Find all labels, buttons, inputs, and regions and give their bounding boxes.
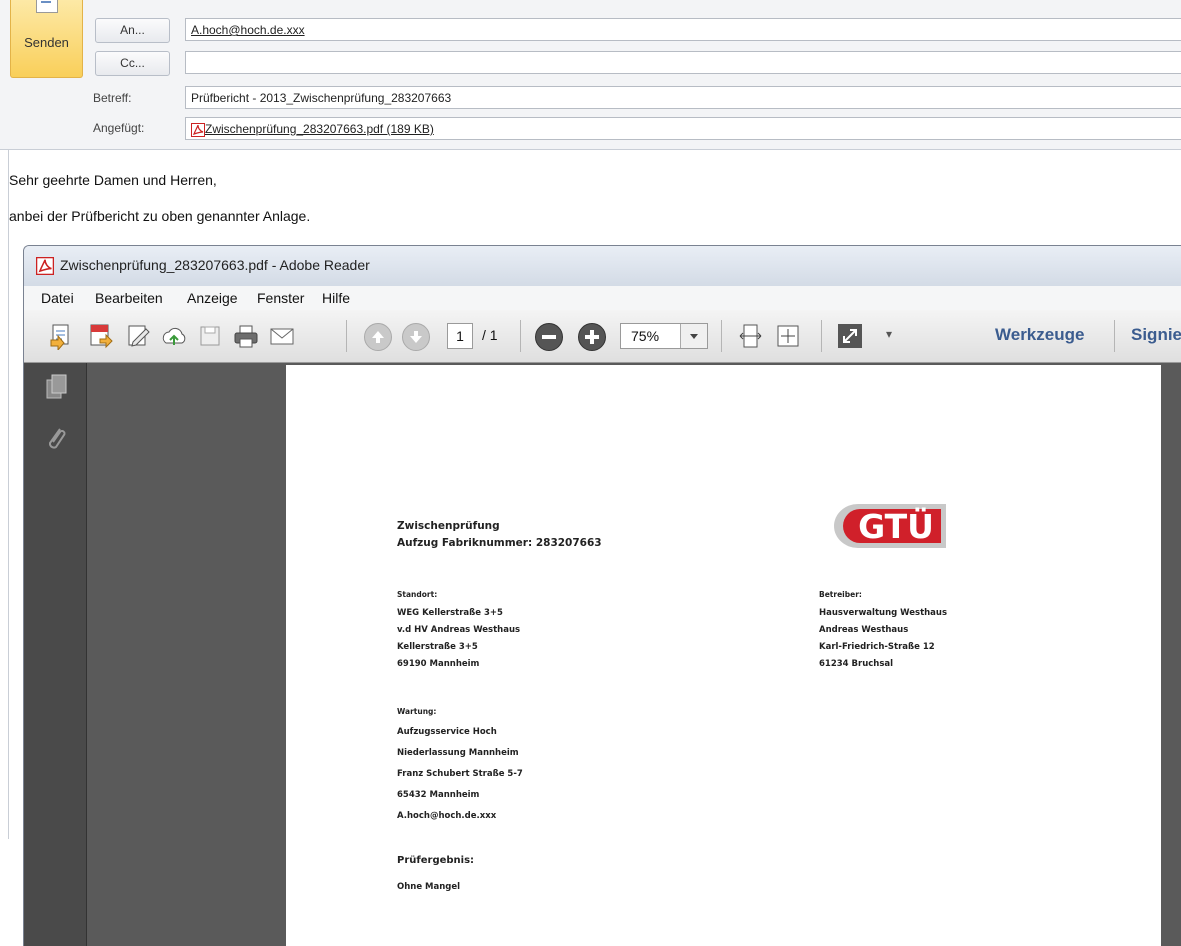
reader-titlebar: Zwischenprüfung_283207663.pdf - Adobe Re… xyxy=(24,246,1181,286)
edit-icon[interactable] xyxy=(124,322,152,350)
cloud-upload-icon[interactable] xyxy=(160,322,188,350)
pdf-page: GTÜ Zwischenprüfung Aufzug Fabriknummer:… xyxy=(286,365,1161,946)
adobe-reader-window: Zwischenprüfung_283207663.pdf - Adobe Re… xyxy=(23,245,1181,946)
body-text: anbei der Prüfbericht zu oben genannter … xyxy=(9,208,311,224)
zoom-in-icon[interactable] xyxy=(578,323,606,351)
logo-text: GTÜ xyxy=(858,506,934,546)
toolbar-separator xyxy=(1114,320,1115,352)
attachment-link[interactable]: Zwischenprüfung_283207663.pdf (189 KB) xyxy=(205,122,434,136)
previous-page-icon[interactable] xyxy=(364,323,392,351)
betreiber-heading: Betreiber: xyxy=(819,590,862,599)
export-pdf-icon[interactable] xyxy=(86,322,114,350)
attachment-field[interactable]: Zwischenprüfung_283207663.pdf (189 KB) xyxy=(185,117,1181,140)
cc-field[interactable] xyxy=(185,51,1181,74)
full-screen-icon[interactable] xyxy=(836,322,864,350)
doc-subtitle: Aufzug Fabriknummer: 283207663 xyxy=(397,537,602,549)
standort-line: Kellerstraße 3+5 xyxy=(397,642,478,652)
pdf-icon xyxy=(191,122,205,137)
to-recipient[interactable]: A.hoch@hoch.de.xxx xyxy=(191,23,305,37)
tools-tab[interactable]: Werkzeuge xyxy=(995,325,1084,345)
toolbar-separator xyxy=(346,320,347,352)
zoom-select[interactable]: 75% xyxy=(620,323,708,349)
attachments-paperclip-icon[interactable] xyxy=(44,423,68,453)
standort-heading: Standort: xyxy=(397,590,438,599)
attached-label: Angefügt: xyxy=(93,121,145,135)
to-button[interactable]: An... xyxy=(95,18,170,43)
toolbar-overflow-icon[interactable]: ▾ xyxy=(886,327,892,341)
standort-line: v.d HV Andreas Westhaus xyxy=(397,625,521,635)
pdf-icon xyxy=(36,257,54,275)
doc-title: Zwischenprüfung xyxy=(397,520,500,532)
wartung-line: A.hoch@hoch.de.xxx xyxy=(397,811,497,821)
compose-border xyxy=(8,149,9,839)
result-heading: Prüfergebnis: xyxy=(397,855,475,866)
wartung-line: Niederlassung Mannheim xyxy=(397,748,519,758)
menu-anzeige[interactable]: Anzeige xyxy=(187,290,238,306)
betreiber-line: Andreas Westhaus xyxy=(819,625,909,635)
zoom-out-icon[interactable] xyxy=(535,323,563,351)
sign-tab[interactable]: Signie xyxy=(1131,325,1181,345)
wartung-line: Franz Schubert Straße 5-7 xyxy=(397,769,523,779)
menu-hilfe[interactable]: Hilfe xyxy=(322,290,350,306)
menu-datei[interactable]: Datei xyxy=(41,290,74,306)
betreiber-line: Hausverwaltung Westhaus xyxy=(819,608,948,618)
reader-window-title: Zwischenprüfung_283207663.pdf - Adobe Re… xyxy=(60,257,370,273)
subject-label: Betreff: xyxy=(93,91,132,105)
chevron-down-icon[interactable] xyxy=(680,324,707,348)
gtu-logo: GTÜ xyxy=(834,504,946,548)
reader-menubar: Datei Bearbeiten Anzeige Fenster Hilfe xyxy=(24,286,1181,311)
wartung-heading: Wartung: xyxy=(397,707,437,716)
navigation-pane xyxy=(24,363,87,946)
menu-fenster[interactable]: Fenster xyxy=(257,290,304,306)
send-icon xyxy=(36,0,58,13)
standort-line: WEG Kellerstraße 3+5 xyxy=(397,608,503,618)
send-label: Senden xyxy=(24,35,69,50)
toolbar-separator xyxy=(821,320,822,352)
betreiber-line: 61234 Bruchsal xyxy=(819,659,894,669)
wartung-line: Aufzugsservice Hoch xyxy=(397,727,497,737)
next-page-icon[interactable] xyxy=(402,323,430,351)
wartung-line: 65432 Mannheim xyxy=(397,790,480,800)
toolbar-separator xyxy=(520,320,521,352)
page-total: / 1 xyxy=(482,327,498,343)
toolbar-separator xyxy=(721,320,722,352)
fit-page-icon[interactable] xyxy=(736,322,764,350)
standort-line: 69190 Mannheim xyxy=(397,659,480,669)
save-icon[interactable] xyxy=(196,322,224,350)
reader-toolbar: 1 / 1 75% ▾ Werkzeuge Signie xyxy=(24,310,1181,363)
zoom-value: 75% xyxy=(631,328,660,344)
pages-icon[interactable] xyxy=(44,373,68,401)
subject-field[interactable]: Prüfbericht - 2013_Zwischenprüfung_28320… xyxy=(185,86,1181,109)
fit-width-icon[interactable] xyxy=(774,322,802,350)
betreiber-line: Karl-Friedrich-Straße 12 xyxy=(819,642,935,652)
create-pdf-icon[interactable] xyxy=(48,322,76,352)
cc-button[interactable]: Cc... xyxy=(95,51,170,76)
print-icon[interactable] xyxy=(232,322,260,350)
email-icon[interactable] xyxy=(268,322,296,350)
page-number-input[interactable]: 1 xyxy=(447,323,473,349)
to-field[interactable]: A.hoch@hoch.de.xxx xyxy=(185,18,1181,41)
result-value: Ohne Mangel xyxy=(397,882,461,892)
menu-bearbeiten[interactable]: Bearbeiten xyxy=(95,290,163,306)
send-button[interactable]: Senden xyxy=(10,0,83,78)
body-greeting: Sehr geehrte Damen und Herren, xyxy=(9,172,217,188)
